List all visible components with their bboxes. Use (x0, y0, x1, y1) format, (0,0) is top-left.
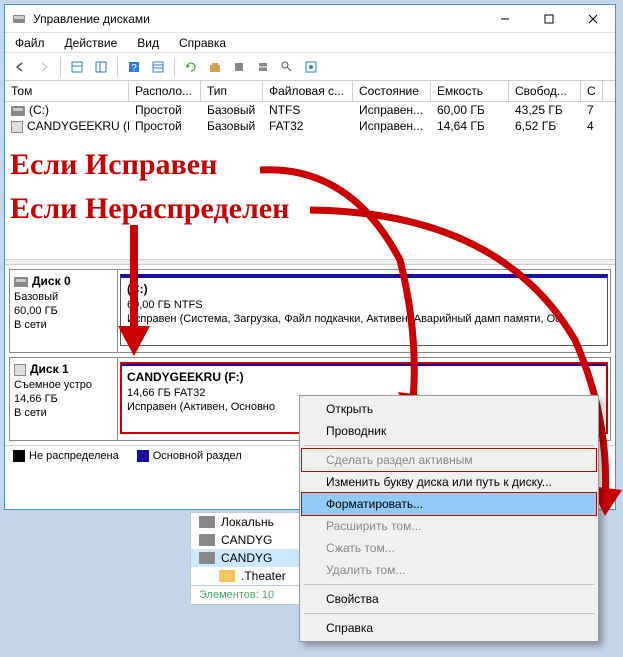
annotation-healthy: Если Исправен (10, 148, 217, 182)
ctx-extend[interactable]: Расширить том... (302, 515, 596, 537)
ctx-delete[interactable]: Удалить том... (302, 559, 596, 581)
close-button[interactable] (571, 5, 615, 33)
disk-info: Диск 0 Базовый 60,00 ГБ В сети (10, 270, 118, 352)
ctx-explorer[interactable]: Проводник (302, 420, 596, 442)
col-fs[interactable]: Файловая с... (263, 81, 353, 101)
tool5-button[interactable] (300, 56, 322, 78)
ctx-change-letter[interactable]: Изменить букву диска или путь к диску... (302, 471, 596, 493)
ctx-shrink[interactable]: Сжать том... (302, 537, 596, 559)
item-count: Элементов: 10 (199, 589, 274, 601)
usb-icon (14, 364, 26, 376)
ctx-help[interactable]: Справка (302, 617, 596, 639)
menu-help[interactable]: Справка (177, 36, 228, 50)
col-free[interactable]: Свобод... (509, 81, 581, 101)
drive-icon (199, 534, 215, 546)
col-status[interactable]: Состояние (353, 81, 431, 101)
col-layout[interactable]: Располо... (129, 81, 201, 101)
view2-button[interactable] (90, 56, 112, 78)
minimize-button[interactable] (483, 5, 527, 33)
annotation-unallocated: Если Нераспределен (10, 192, 289, 226)
disk-icon (14, 277, 28, 287)
folder-icon (219, 570, 235, 582)
drive-icon (199, 552, 215, 564)
volume-box-c[interactable]: (C:) 60,00 ГБ NTFS Исправен (Система, За… (120, 274, 608, 346)
col-volume[interactable]: Том (5, 81, 129, 101)
ctx-separator (304, 445, 594, 446)
menu-action[interactable]: Действие (63, 36, 120, 50)
toolbar: ? (5, 53, 615, 81)
maximize-button[interactable] (527, 5, 571, 33)
disk-row-0[interactable]: Диск 0 Базовый 60,00 ГБ В сети (C:) 60,0… (9, 269, 611, 353)
drive-icon (199, 516, 215, 528)
ctx-properties[interactable]: Свойства (302, 588, 596, 610)
tool1-button[interactable] (204, 56, 226, 78)
tool2-button[interactable] (228, 56, 250, 78)
back-button[interactable] (9, 56, 31, 78)
forward-button[interactable] (33, 56, 55, 78)
column-headers: Том Располо... Тип Файловая с... Состоян… (5, 81, 615, 102)
view3-button[interactable] (147, 56, 169, 78)
view1-button[interactable] (66, 56, 88, 78)
ctx-separator (304, 584, 594, 585)
col-pct[interactable]: С (581, 81, 603, 101)
titlebar[interactable]: Управление дисками (5, 5, 615, 33)
help-button[interactable]: ? (123, 56, 145, 78)
usb-icon (11, 121, 23, 133)
menu-view[interactable]: Вид (135, 36, 161, 50)
menubar: Файл Действие Вид Справка (5, 33, 615, 53)
col-capacity[interactable]: Емкость (431, 81, 509, 101)
drive-icon (11, 106, 25, 116)
tool3-button[interactable] (252, 56, 274, 78)
volume-row[interactable]: CANDYGEEKRU (F:) Простой Базовый FAT32 И… (5, 118, 615, 134)
window-title: Управление дисками (33, 12, 483, 26)
tool4-button[interactable] (276, 56, 298, 78)
ctx-make-active[interactable]: Сделать раздел активным (302, 449, 596, 471)
menu-file[interactable]: Файл (13, 36, 47, 50)
svg-text:?: ? (131, 63, 137, 74)
app-icon (11, 11, 27, 27)
ctx-open[interactable]: Открыть (302, 398, 596, 420)
volume-row[interactable]: (C:) Простой Базовый NTFS Исправен... 60… (5, 102, 615, 118)
disk-info: Диск 1 Съемное устро 14,66 ГБ В сети (10, 358, 118, 440)
context-menu: Открыть Проводник Сделать раздел активны… (299, 395, 599, 642)
ctx-format[interactable]: Форматировать... (302, 493, 596, 515)
legend-swatch-unalloc (13, 450, 25, 462)
col-type[interactable]: Тип (201, 81, 263, 101)
legend-swatch-primary (137, 450, 149, 462)
refresh-button[interactable] (180, 56, 202, 78)
ctx-separator (304, 613, 594, 614)
